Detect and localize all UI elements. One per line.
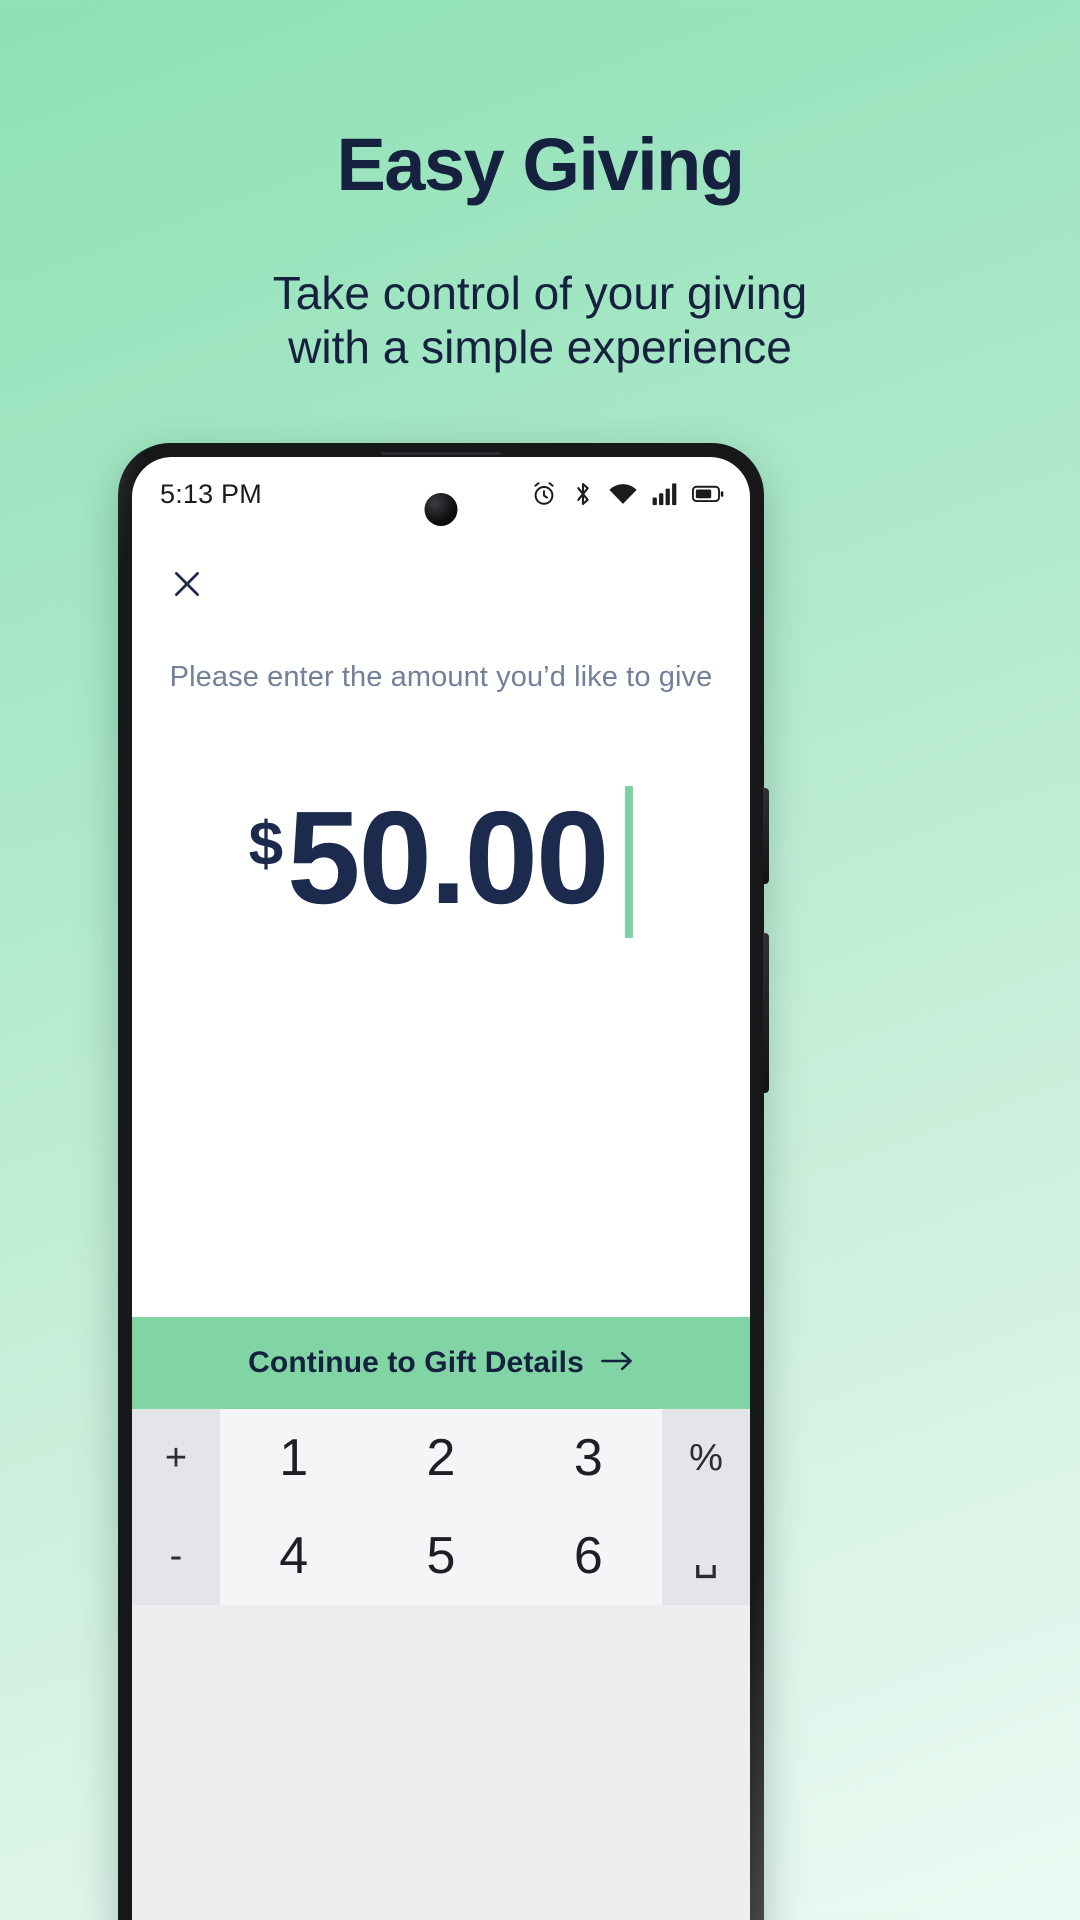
battery-icon (692, 483, 724, 505)
amount-prompt-label: Please enter the amount you’d like to gi… (169, 661, 713, 693)
close-button[interactable] (162, 559, 212, 609)
wifi-icon (608, 482, 638, 506)
phone-screen: 5:13 PM Please enter the amount you’d li… (132, 457, 750, 1920)
key-3[interactable]: 3 (514, 1409, 662, 1507)
key-6[interactable]: 6 (514, 1507, 662, 1605)
numeric-keypad[interactable]: + 1 2 3 % - 4 5 6 ␣ (132, 1409, 750, 1920)
promo-subtitle: Take control of your giving with a simpl… (0, 266, 1080, 375)
key-minus[interactable]: - (132, 1507, 220, 1605)
amount-input[interactable]: $ 50.00 (162, 784, 720, 938)
earpiece-speaker (381, 452, 501, 455)
give-amount-screen: Please enter the amount you’d like to gi… (132, 531, 750, 938)
key-percent[interactable]: % (661, 1409, 750, 1507)
arrow-right-icon (600, 1349, 634, 1378)
volume-button[interactable] (763, 933, 769, 1093)
status-icon-group (530, 480, 724, 508)
key-plus[interactable]: + (132, 1409, 220, 1507)
continue-button-label: Continue to Gift Details (248, 1346, 584, 1379)
status-time: 5:13 PM (160, 478, 262, 509)
key-1[interactable]: 1 (220, 1409, 368, 1507)
front-camera-icon (424, 493, 458, 526)
key-space[interactable]: ␣ (661, 1507, 750, 1605)
amount-value: 50.00 (287, 784, 609, 931)
promo-subtitle-line-1: Take control of your giving (272, 266, 808, 319)
key-2[interactable]: 2 (367, 1409, 515, 1507)
alarm-icon (530, 480, 558, 508)
bluetooth-icon (572, 480, 594, 508)
page-title: Easy Giving (336, 123, 745, 206)
promo-subtitle-line-2: with a simple experience (288, 320, 792, 373)
key-5[interactable]: 5 (367, 1507, 515, 1605)
cellular-signal-icon (652, 482, 678, 506)
continue-button[interactable]: Continue to Gift Details (132, 1317, 750, 1409)
phone-mockup: 5:13 PM Please enter the amount you’d li… (118, 443, 769, 1920)
keypad-row: + 1 2 3 % (132, 1409, 750, 1507)
promo-copy: Easy Giving Take control of your giving … (0, 0, 1080, 374)
status-bar: 5:13 PM (132, 457, 750, 531)
keypad-row: - 4 5 6 ␣ (132, 1507, 750, 1605)
power-button[interactable] (763, 788, 769, 884)
key-4[interactable]: 4 (220, 1507, 368, 1605)
text-cursor (625, 786, 634, 938)
currency-symbol: $ (248, 810, 284, 879)
